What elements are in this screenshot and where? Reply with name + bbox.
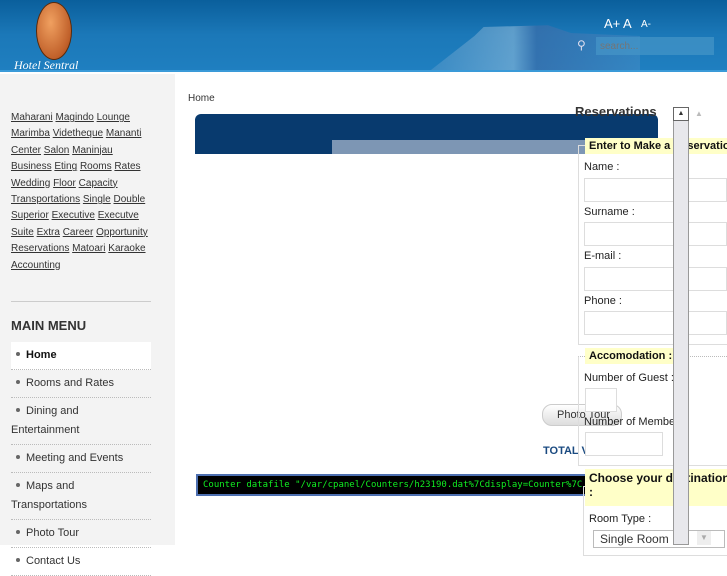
main-menu: Home Rooms and Rates Dining and Entertainme… [11, 342, 151, 576]
divider [11, 301, 151, 302]
tag-link[interactable]: Opportunity [96, 227, 148, 238]
bullet-icon [16, 558, 20, 562]
menu-item[interactable]: Maps and Transportations [11, 473, 151, 520]
menu-item[interactable]: Photo Tour [11, 520, 151, 548]
phone-input[interactable] [584, 311, 727, 335]
logo-text: Hotel Sentral [14, 58, 79, 72]
tag-link[interactable]: Maharani [11, 112, 53, 123]
menu-item-label: Meeting and Events [26, 452, 124, 464]
tag-link[interactable]: Transportations [11, 194, 80, 205]
email-label: E-mail : [584, 250, 622, 262]
menu-item-label: Maps and [26, 480, 75, 492]
destination-legend-text: Choose your destination [589, 471, 727, 485]
tag-link[interactable]: Karaoke [108, 243, 145, 254]
menu-item-label-cont: Transportations [11, 499, 88, 511]
chevron-down-icon[interactable]: ▼ [697, 531, 711, 545]
header: Hotel Sentral A+ A A- ⚲ [0, 0, 727, 72]
bullet-icon [16, 530, 20, 534]
bullet-icon [16, 352, 20, 356]
font-normal-button[interactable]: A [623, 16, 632, 31]
tag-link[interactable]: Capacity [79, 178, 118, 189]
menu-item-label: Photo Tour [26, 527, 80, 539]
tag-link[interactable]: Wedding [11, 178, 50, 189]
tag-link[interactable]: Maninjau [72, 145, 113, 156]
menu-item[interactable]: Rooms and Rates [11, 370, 151, 398]
room-type-label: Room Type : [589, 513, 652, 525]
scroll-up-button[interactable]: ▲ [673, 107, 689, 121]
scrollbar[interactable] [673, 107, 689, 545]
tag-link[interactable]: Eting [54, 161, 77, 172]
tag-link[interactable]: Suite [11, 227, 34, 238]
menu-item-label: Dining and [26, 405, 79, 417]
guests-label: Number of Guest : [584, 372, 674, 384]
tag-link[interactable]: Videtheque [53, 128, 103, 139]
logo[interactable] [36, 2, 72, 60]
tag-link[interactable]: Salon [44, 145, 70, 156]
email-input[interactable] [584, 267, 727, 291]
tag-link[interactable]: Single [83, 194, 111, 205]
tag-link[interactable]: Executive [52, 210, 95, 221]
tag-cloud: Maharani Magindo Lounge Marimba Videtheq… [11, 110, 156, 274]
font-decrease-button[interactable]: A- [641, 19, 651, 30]
bullet-icon [16, 408, 20, 412]
scroll-up-arrow-icon: ▲ [695, 109, 703, 118]
tag-link[interactable]: Double [113, 194, 145, 205]
accomodation-legend: Accomodation : [585, 348, 677, 364]
name-input[interactable] [584, 178, 727, 202]
tag-link[interactable]: Matoari [72, 243, 105, 254]
destination-legend: Choose your destination: [585, 469, 727, 506]
phone-label: Phone : [584, 295, 622, 307]
members-label: Number of Member: [584, 416, 682, 428]
bullet-icon [16, 380, 20, 384]
menu-item-label: Home [26, 349, 57, 361]
menu-item[interactable]: Dining and Entertainment [11, 398, 151, 445]
surname-input[interactable] [584, 222, 727, 246]
font-increase-button[interactable]: A+ [604, 16, 620, 31]
menu-item[interactable]: Home [11, 342, 151, 370]
tag-link[interactable]: Superior [11, 210, 49, 221]
destination-legend-colon: : [589, 485, 593, 499]
guests-input[interactable] [585, 388, 617, 412]
tag-link[interactable]: Marimba [11, 128, 50, 139]
tag-link[interactable]: Executve [98, 210, 139, 221]
name-label: Name : [584, 161, 620, 173]
menu-item-label: Contact Us [26, 555, 81, 567]
surname-label: Surname : [584, 206, 635, 218]
breadcrumb[interactable]: Home [188, 93, 215, 104]
tag-link[interactable]: Floor [53, 178, 76, 189]
tag-link[interactable]: Rooms [80, 161, 112, 172]
reservation-legend: Enter to Make a Reservation [585, 138, 727, 154]
tag-link[interactable]: Accounting [11, 260, 60, 271]
menu-item-label-cont: Entertainment [11, 424, 80, 436]
search-input[interactable] [596, 37, 714, 55]
counter-error: Counter datafile "/var/cpanel/Counters/h… [196, 474, 596, 496]
tag-link[interactable]: Center [11, 145, 41, 156]
members-input[interactable] [585, 432, 663, 456]
tag-link[interactable]: Rates [114, 161, 140, 172]
reservations-title: Reservations [575, 104, 657, 119]
search-icon: ⚲ [577, 38, 586, 52]
tag-link[interactable]: Career [63, 227, 94, 238]
tag-link[interactable]: Mananti [106, 128, 142, 139]
menu-item[interactable]: Meeting and Events [11, 445, 151, 473]
bullet-icon [16, 483, 20, 487]
main-menu-title: MAIN MENU [11, 318, 87, 333]
menu-item-label: Rooms and Rates [26, 377, 115, 389]
menu-item[interactable]: Contact Us [11, 548, 151, 576]
tag-link[interactable]: Magindo [55, 112, 93, 123]
tag-link[interactable]: Extra [37, 227, 60, 238]
tag-link[interactable]: Reservations [11, 243, 69, 254]
tag-link[interactable]: Business [11, 161, 52, 172]
tag-link[interactable]: Lounge [97, 112, 130, 123]
bullet-icon [16, 455, 20, 459]
